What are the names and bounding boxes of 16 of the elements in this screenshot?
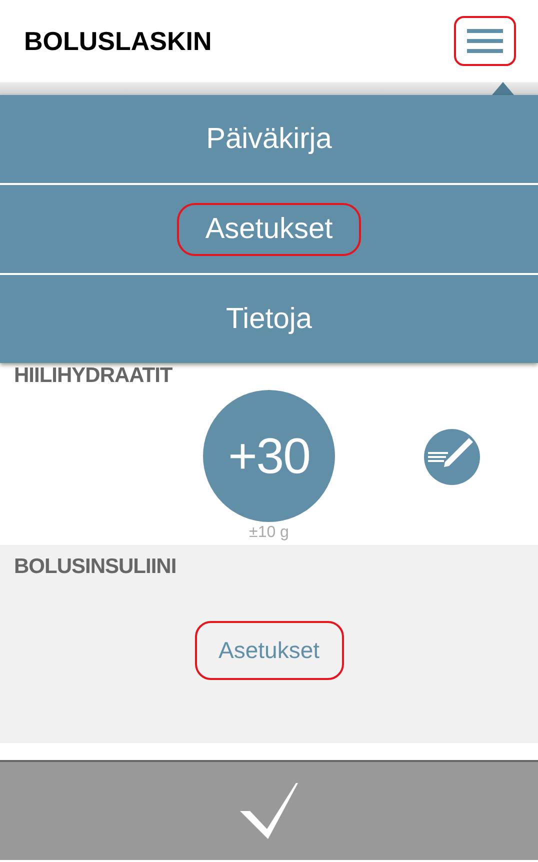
- app-title: BOLUSLASKIN: [24, 26, 212, 56]
- section-heading: HIILIHYDRAATIT: [14, 364, 174, 388]
- menu-item-label[interactable]: Tietoja: [198, 292, 340, 346]
- menu-item[interactable]: Päiväkirja: [0, 95, 538, 185]
- edit-icon[interactable]: [423, 428, 481, 486]
- menu-item[interactable]: Asetukset: [0, 185, 538, 275]
- settings-link[interactable]: Asetukset: [194, 621, 344, 680]
- menu-button[interactable]: [454, 16, 516, 66]
- menu-item-label[interactable]: Asetukset: [177, 202, 361, 256]
- menu-item-label[interactable]: Päiväkirja: [178, 112, 360, 166]
- menu-icon: [467, 29, 503, 53]
- carb-amount-button[interactable]: +30: [203, 390, 335, 522]
- section-heading: BOLUSINSULIINI: [14, 555, 178, 579]
- menu-item[interactable]: Tietoja: [0, 275, 538, 363]
- step-label: ±10 g: [248, 524, 290, 542]
- checkmark-icon: [240, 783, 298, 839]
